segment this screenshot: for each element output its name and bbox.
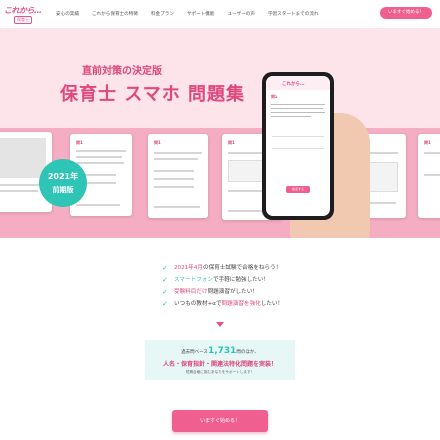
card-text-line [76, 156, 122, 158]
nav-item-features[interactable]: これから保育士の特徴 [92, 11, 138, 17]
phone-screen: これから… 問1 採点する [266, 76, 330, 216]
check-icon: ✓ [162, 288, 168, 296]
nav-item-support[interactable]: サポート機能 [187, 11, 215, 17]
info-suffix: 問のほか、 [236, 350, 259, 355]
nav-item-flow[interactable]: 学習スタートまでの流れ [268, 11, 319, 17]
landing-page: これから… 保育士 安心の実績 これから保育士の特徴 料金プラン サポート機能 … [0, 0, 440, 440]
card-question-label: 問1 [424, 140, 431, 145]
logo-sub: 保育士 [14, 16, 32, 24]
phone-option[interactable] [272, 140, 324, 149]
hero-subtitle: 直前対策の決定版 [82, 66, 162, 77]
feature-highlight: 問題演習を強化 [221, 301, 261, 307]
down-arrow-icon [216, 322, 224, 327]
info-line-1: 過去問ベース1,731問のほか、 [145, 346, 295, 356]
phone-grade-button[interactable]: 採点する [286, 186, 310, 193]
feature-text: いつもの教材+αで [174, 301, 222, 307]
card-text-line [154, 178, 194, 180]
feature-item: ✓ 2021年4月の保育士試験で合格をねらう！ [162, 262, 283, 274]
phone-app-logo: これから… [282, 82, 305, 87]
info-line-2: 人名・保育指針・関連法特化問題を実装！ [162, 361, 277, 368]
card-text-line [154, 158, 198, 160]
feature-item: ✓ いつもの教材+αで問題演習を強化したい！ [162, 298, 283, 310]
info-line-3: 短期合格に挑むあなたをサポートします！ [185, 370, 255, 374]
edition-badge: 2021年 前期版 [39, 159, 87, 207]
feature-item: ✓ 受験料目だけ問題演習がしたい！ [162, 286, 283, 298]
feature-highlight: スマートフォン [174, 277, 213, 283]
card-text-line [76, 204, 120, 206]
header-start-button[interactable]: いますぐ始める！ [380, 7, 432, 19]
badge-term: 前期版 [52, 186, 74, 194]
card-question-label: 問1 [154, 140, 161, 145]
nav-item-results[interactable]: 安心の実績 [56, 11, 79, 17]
feature-text: で手軽に勉強したい！ [213, 277, 269, 283]
check-icon: ✓ [162, 300, 168, 308]
card-text-line [154, 152, 202, 154]
feature-item: ✓ スマートフォンで手軽に勉強したい！ [162, 274, 283, 286]
phone-text-line [271, 116, 311, 118]
phone-text-line [271, 112, 325, 114]
sample-card: 問1 [148, 134, 208, 218]
phone-text-line [271, 108, 323, 110]
card-question-label: 問1 [76, 140, 83, 145]
feature-highlight: 2021年4月 [174, 265, 203, 271]
card-text-line [0, 184, 44, 186]
card-text-line [154, 170, 194, 172]
phone-question-label: 問1 [271, 94, 278, 99]
logo[interactable]: これから… 保育士 [4, 5, 44, 25]
feature-text: 問題演習がしたい！ [207, 289, 258, 295]
phone-text-line [271, 104, 325, 106]
card-text-line [76, 150, 126, 152]
start-now-button[interactable]: いますぐ始める！ [172, 410, 268, 432]
feature-text: の保育士試験で合格をねらう！ [202, 265, 282, 271]
card-text-line [76, 162, 124, 164]
hero: 直前対策の決定版 保育士 スマホ 問題集 問1 問1 問1 問1 2021年 前… [0, 28, 440, 238]
badge-year: 2021年 [47, 172, 79, 181]
hero-title: 保育士 スマホ 問題集 [60, 84, 245, 105]
feature-list: ✓ 2021年4月の保育士試験で合格をねらう！ ✓ スマートフォンで手軽に勉強したい… [162, 262, 283, 310]
check-icon: ✓ [162, 276, 168, 284]
nav-item-reviews[interactable]: ユーザーの声 [228, 11, 255, 17]
phone-app-bar: これから… [266, 76, 330, 90]
info-box: 過去問ベース1,731問のほか、 人名・保育指針・関連法特化問題を実装！ 短期合… [145, 340, 295, 380]
info-prefix: 過去問ベース [181, 350, 208, 355]
header: これから… 保育士 安心の実績 これから保育士の特徴 料金プラン サポート機能 … [0, 0, 440, 28]
feature-text: したい！ [260, 301, 284, 307]
question-count: 1,731 [207, 346, 237, 356]
card-text-line [424, 174, 440, 176]
card-text-line [424, 152, 440, 154]
main-nav: 安心の実績 これから保育士の特徴 料金プラン サポート機能 ユーザーの声 学習ス… [56, 11, 332, 17]
sample-card: 問1 [418, 134, 440, 218]
nav-item-pricing[interactable]: 料金プラン [151, 11, 174, 17]
card-text-line [154, 186, 194, 188]
card-text-line [154, 206, 200, 208]
check-icon: ✓ [162, 264, 168, 272]
card-text-line [0, 190, 38, 192]
card-question-label: 問1 [228, 140, 235, 145]
phone-option[interactable] [272, 128, 324, 137]
feature-highlight: 受験料目だけ [174, 289, 208, 295]
logo-text: これから… [4, 6, 42, 15]
